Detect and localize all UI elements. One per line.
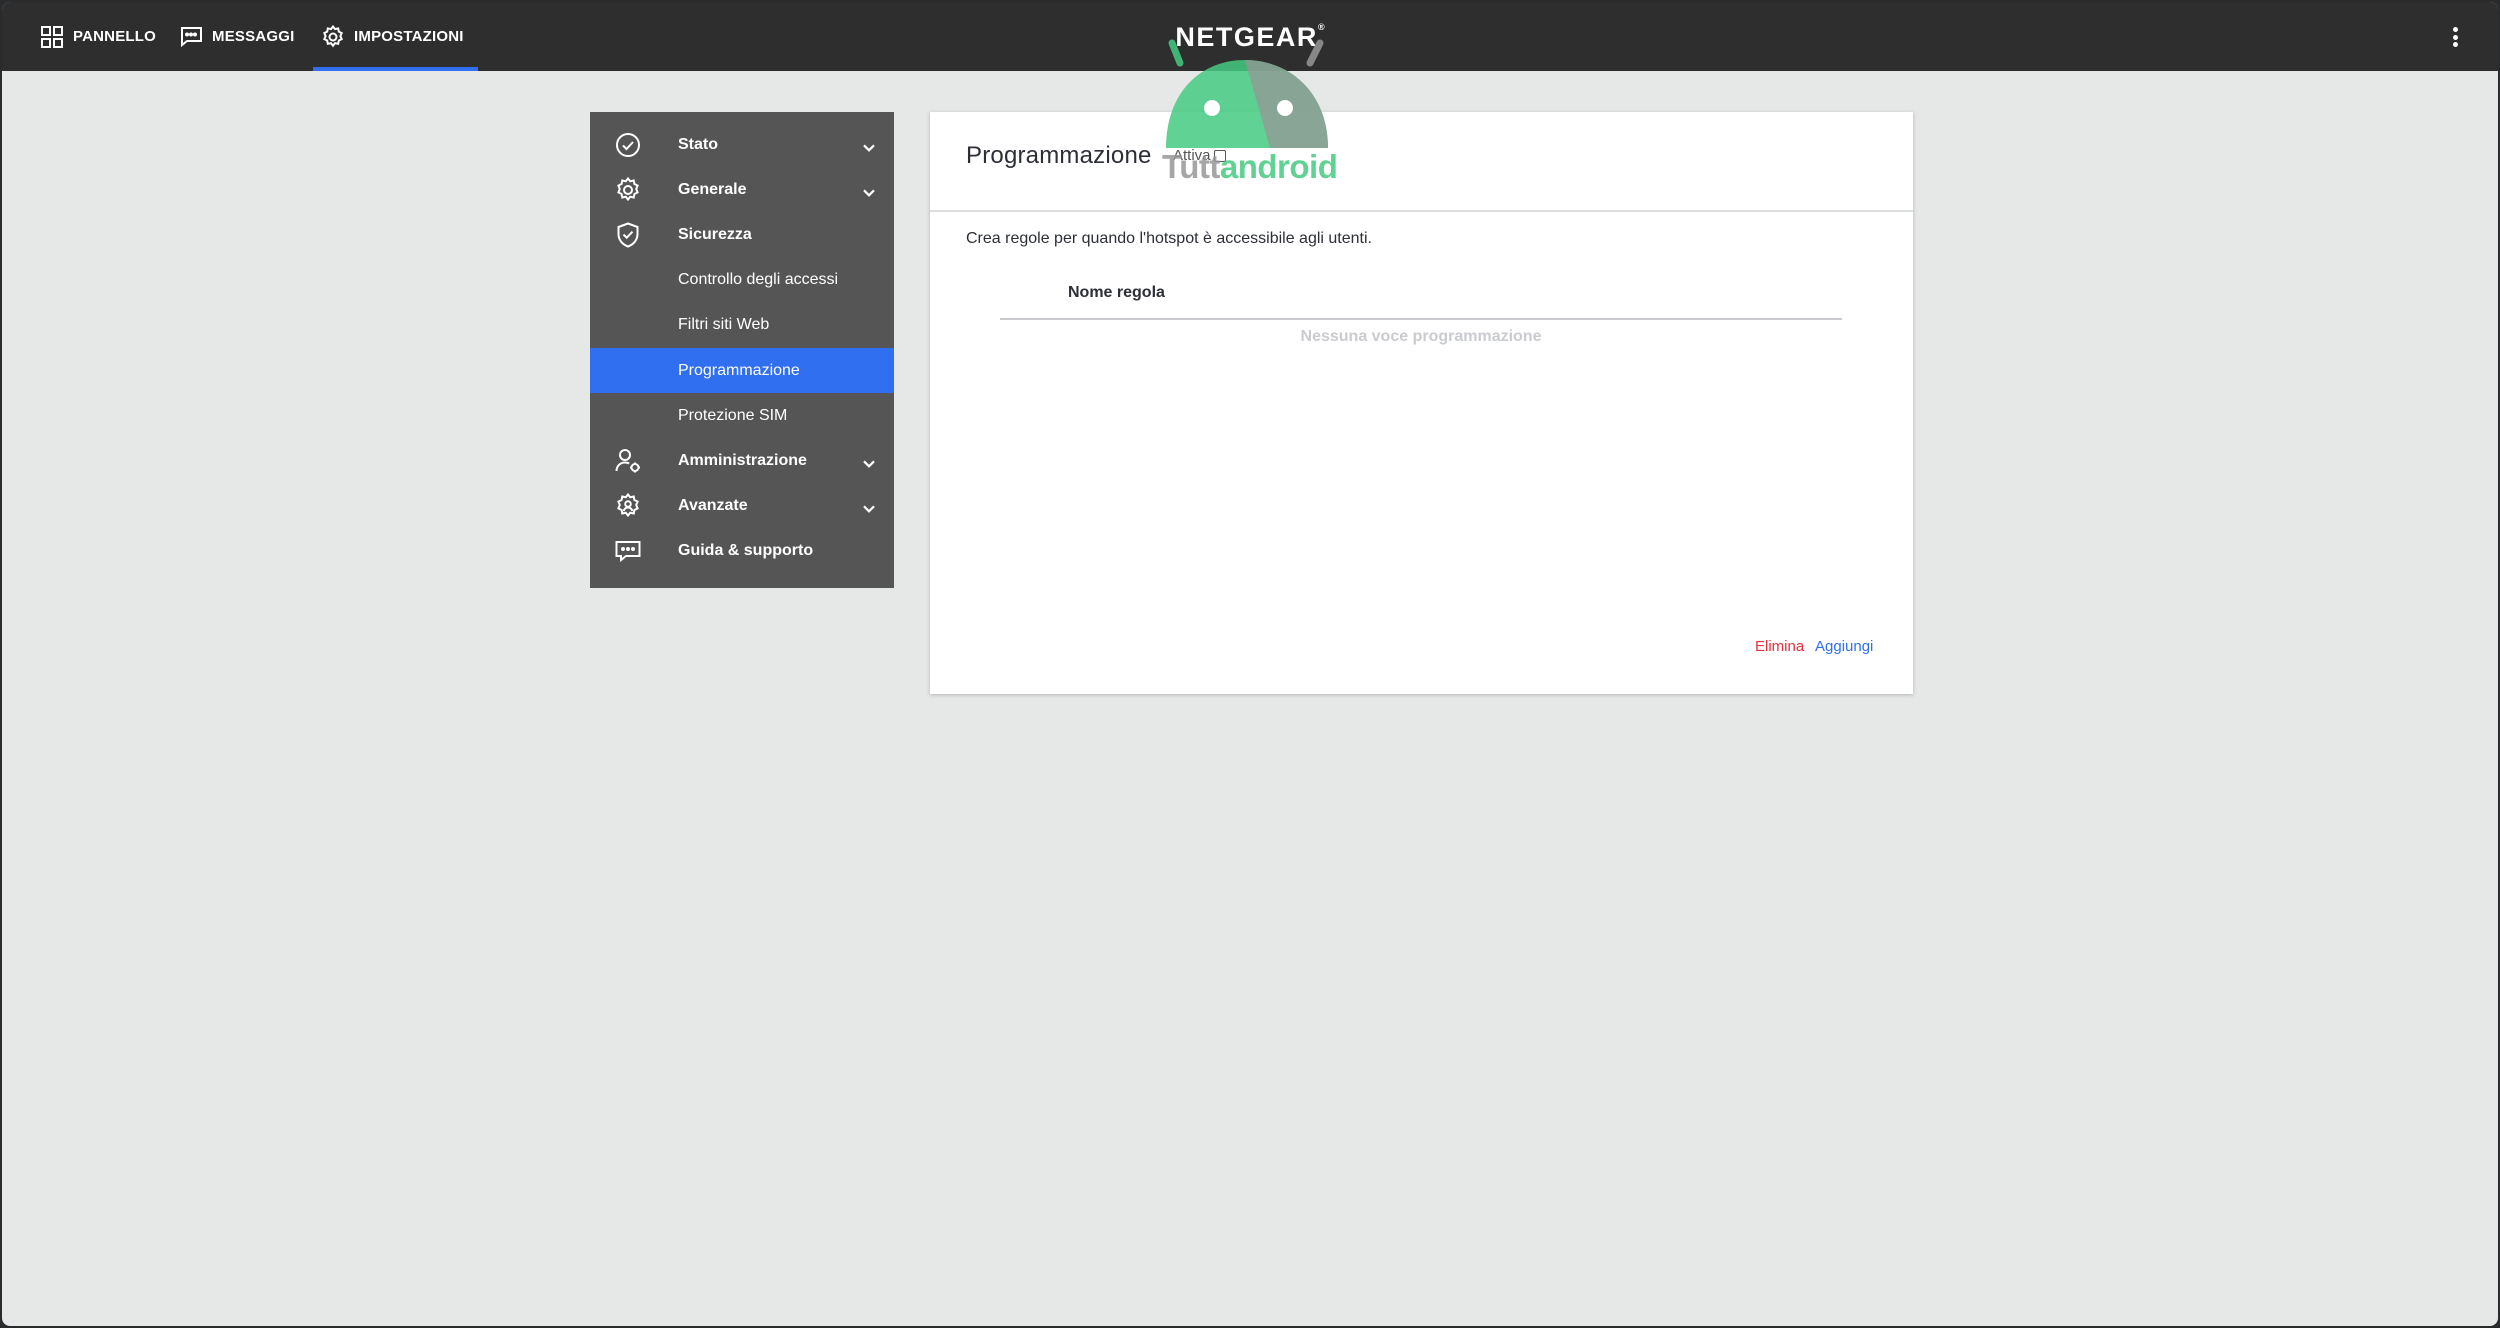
sidebar-item-label: Avanzate (678, 497, 748, 515)
sidebar-item-protezione-sim[interactable]: Protezione SIM (590, 393, 894, 438)
enable-toggle[interactable]: Attiva (1173, 147, 1226, 164)
tab-pannello[interactable]: PANNELLO (40, 2, 156, 71)
chevron-down-icon (863, 189, 875, 197)
brand-name: NETGEAR (1175, 22, 1318, 52)
message-icon (181, 26, 202, 47)
chevron-down-icon (863, 144, 875, 152)
sidebar-item-label: Guida & supporto (678, 542, 814, 560)
chat-help-icon (615, 541, 641, 563)
sidebar-item-label: Programmazione (678, 361, 800, 379)
top-navigation-bar: PANNELLO MESSAGGI IMPOSTAZIONI NETGEAR® (2, 2, 2498, 71)
add-button[interactable]: Aggiungi (1815, 638, 1873, 655)
sidebar-item-label: Controllo degli accessi (678, 271, 839, 289)
sidebar-item-guida-supporto[interactable]: Guida & supporto (590, 529, 894, 574)
delete-button[interactable]: Elimina (1755, 638, 1804, 655)
check-circle-icon (616, 132, 640, 157)
sidebar-item-label: Stato (678, 135, 718, 153)
table-header: Nome regola (1000, 284, 1842, 320)
sidebar-item-label: Generale (678, 180, 747, 198)
sidebar-item-controllo-accessi[interactable]: Controllo degli accessi (590, 258, 894, 303)
gear-icon (617, 176, 639, 201)
chevron-down-icon (863, 460, 875, 468)
user-gear-icon (615, 448, 640, 473)
sidebar-item-label: Protezione SIM (678, 406, 788, 424)
sidebar-item-filtri-siti-web[interactable]: Filtri siti Web (590, 303, 894, 348)
card-description: Crea regole per quando l'hotspot è acces… (966, 230, 1372, 247)
netgear-logo: NETGEAR® (1174, 22, 1326, 53)
tab-messaggi[interactable]: MESSAGGI (179, 2, 294, 71)
tab-label: IMPOSTAZIONI (354, 28, 464, 45)
settings-sidebar: Stato Generale Sicurezza Controllo degli… (590, 112, 894, 588)
sidebar-item-amministrazione[interactable]: Amministrazione (590, 438, 894, 483)
brand-registered-mark: ® (1317, 22, 1325, 32)
page-title: Programmazione (966, 142, 1152, 169)
chevron-down-icon (863, 505, 875, 513)
sidebar-item-sicurezza[interactable]: Sicurezza (590, 212, 894, 257)
sidebar-item-generale[interactable]: Generale (590, 167, 894, 212)
active-tab-indicator (313, 67, 478, 71)
sidebar-item-label: Sicurezza (678, 225, 752, 243)
sidebar-item-label: Filtri siti Web (678, 316, 770, 334)
browser-window: PANNELLO MESSAGGI IMPOSTAZIONI NETGEAR® (2, 2, 2498, 1326)
enable-checkbox[interactable] (1213, 149, 1226, 162)
tab-label: PANNELLO (73, 28, 156, 45)
tab-label: MESSAGGI (212, 28, 295, 45)
dashboard-grid-icon (41, 25, 63, 48)
enable-label: Attiva (1173, 147, 1211, 164)
kebab-menu-icon[interactable] (2448, 24, 2462, 50)
sidebar-item-programmazione[interactable]: Programmazione (590, 347, 894, 394)
sidebar-item-avanzate[interactable]: Avanzate (590, 484, 894, 529)
table-empty-state: Nessuna voce programmazione (1300, 328, 1542, 345)
programmazione-card: Programmazione Attiva Crea regole per qu… (930, 112, 1913, 694)
tab-impostazioni[interactable]: IMPOSTAZIONI (313, 2, 478, 71)
advanced-settings-icon (617, 492, 639, 518)
column-header-nome-regola: Nome regola (1068, 284, 1165, 301)
sidebar-item-label: Amministrazione (678, 451, 807, 469)
sidebar-item-stato[interactable]: Stato (590, 122, 894, 167)
shield-check-icon (617, 222, 639, 248)
gear-icon (323, 24, 343, 47)
header-divider (930, 210, 1913, 212)
